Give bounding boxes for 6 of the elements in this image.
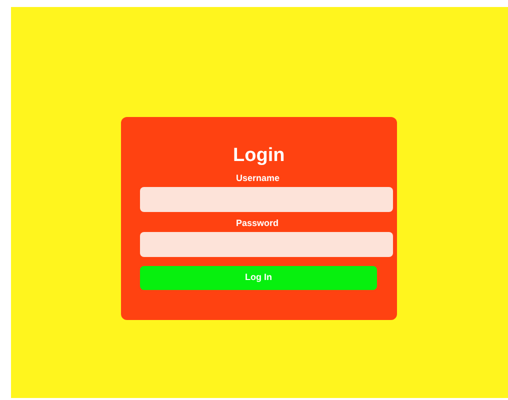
field-label: Password <box>236 218 279 229</box>
input-field[interactable] <box>140 187 393 212</box>
input-field[interactable] <box>140 232 393 257</box>
login-title: Login <box>233 145 285 167</box>
login-button[interactable]: Log In <box>140 266 377 290</box>
field-label: Username <box>236 173 280 184</box>
